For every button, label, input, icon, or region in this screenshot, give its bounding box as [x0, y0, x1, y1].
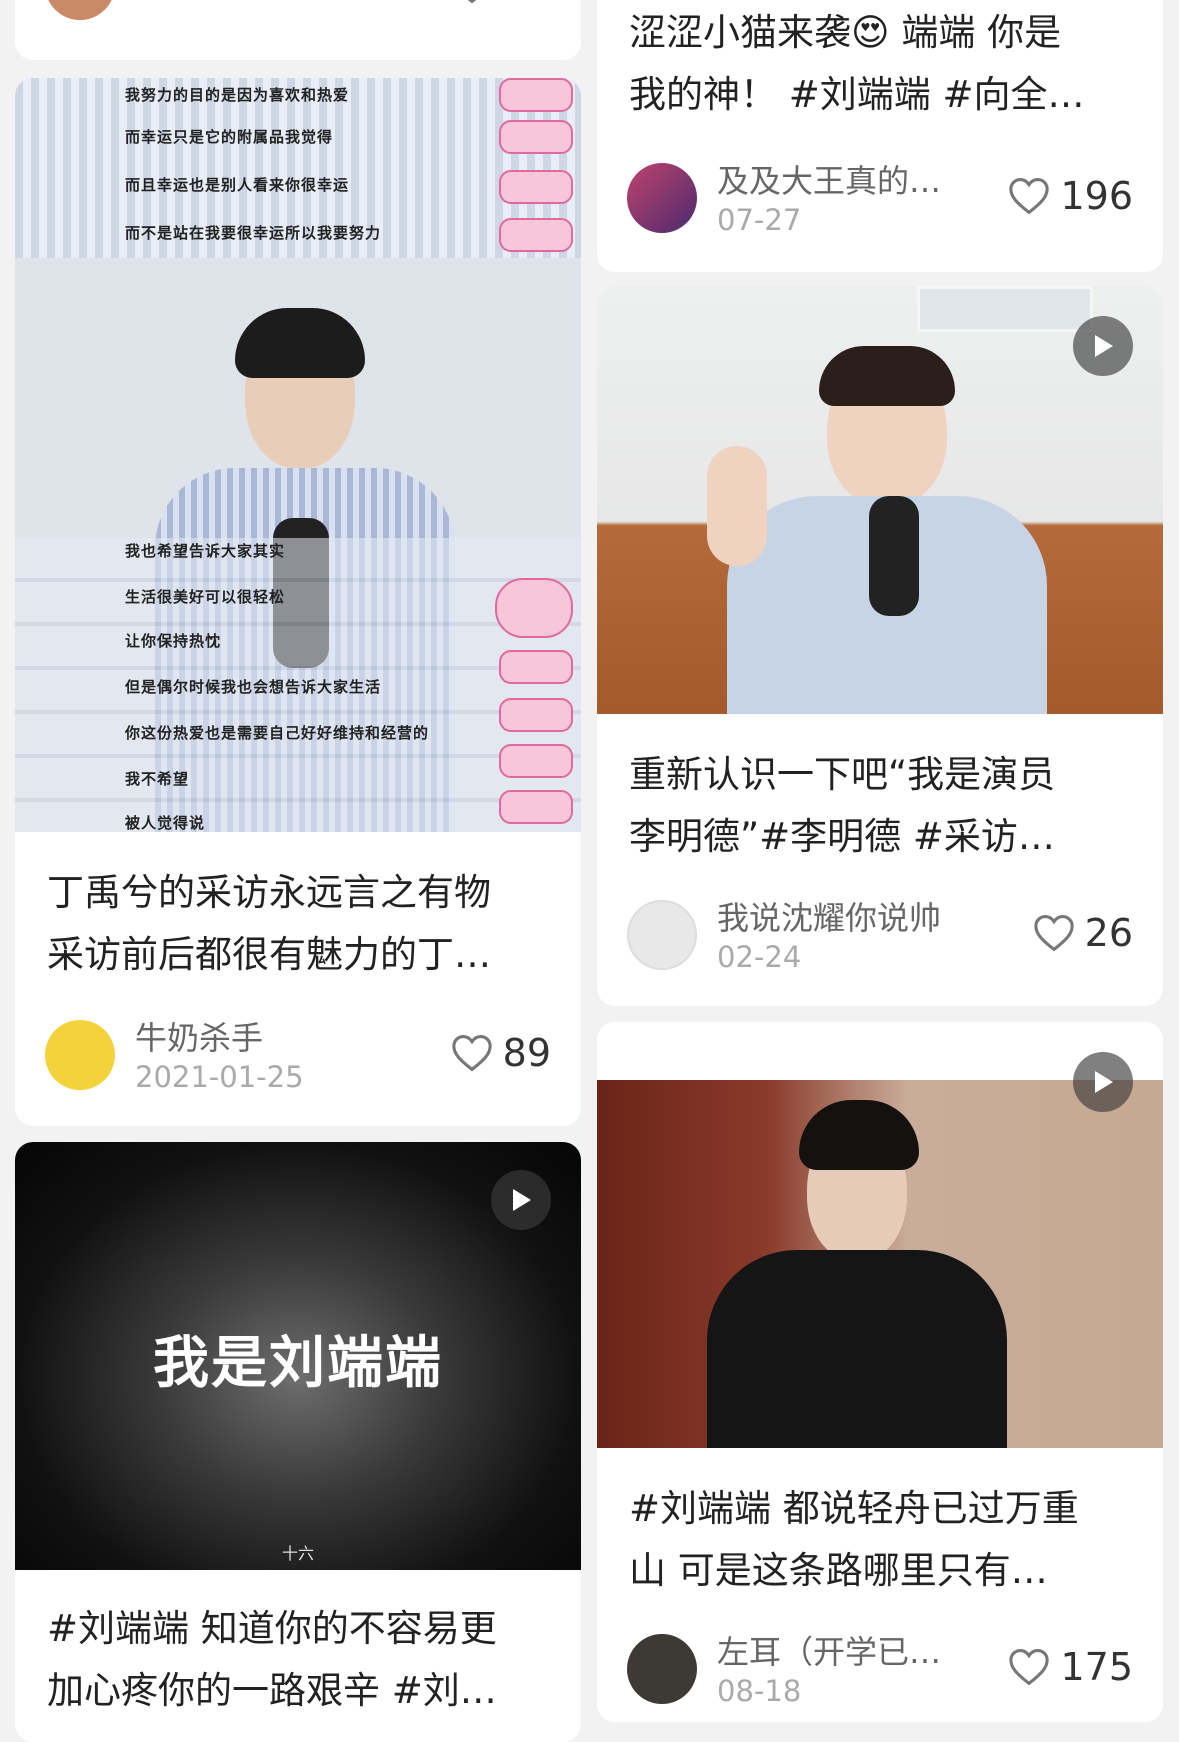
- note-card[interactable]: 重新认识一下吧“我是演员 李明德”#李明德 #采访… 我说沈耀你说帅 02-24…: [597, 286, 1163, 1006]
- like-count: 30: [503, 0, 551, 7]
- note-card-partial[interactable]: 2021-09-16 30: [15, 0, 581, 60]
- note-title[interactable]: 涩涩小猫来袭😍 端端 你是 我的神！ #刘端端 #向全…: [629, 2, 1129, 126]
- watermark-stamp: [499, 790, 573, 824]
- like-count: 175: [1060, 1645, 1133, 1689]
- person-photo: [707, 1100, 1007, 1448]
- like-button[interactable]: 175: [1008, 1642, 1133, 1692]
- window-frame: [917, 286, 1093, 332]
- video-title-text: 我是刘端端: [153, 1331, 443, 1396]
- subtitle-line: 但是偶尔时候我也会想告诉大家生活: [125, 678, 382, 696]
- note-card[interactable]: #刘端端 都说轻舟已过万重 山 可是这条路哪里只有… 左耳（开学已… 08-18…: [597, 1022, 1163, 1722]
- note-title[interactable]: 丁禹兮的采访永远言之有物 采访前后都很有魅力的丁…: [47, 862, 547, 986]
- heart-icon: [1033, 915, 1074, 952]
- note-card[interactable]: 我是刘端端 十六 #刘端端 知道你的不容易更 加心疼你的一路艰辛 #刘…: [15, 1142, 581, 1742]
- note-title[interactable]: 重新认识一下吧“我是演员 李明德”#李明德 #采访…: [629, 744, 1129, 868]
- heart-icon: [1009, 1649, 1050, 1686]
- watermark-stamp: [495, 578, 573, 638]
- heart-icon: [451, 1035, 492, 1072]
- author-name[interactable]: 我说沈耀你说帅: [717, 898, 967, 938]
- person-photo: [707, 346, 1057, 714]
- note-card[interactable]: 我努力的目的是因为喜欢和热爱 而幸运只是它的附属品我觉得 而且幸运也是别人看来你…: [15, 78, 581, 1126]
- avatar[interactable]: [627, 900, 697, 970]
- avatar[interactable]: [45, 1020, 115, 1090]
- card-meta: 2021-09-16 30: [45, 0, 551, 46]
- video-caption: 十六: [281, 1544, 314, 1563]
- like-button[interactable]: 196: [1008, 171, 1133, 221]
- play-icon[interactable]: [1073, 316, 1133, 376]
- subtitle-line: 而幸运只是它的附属品我觉得: [125, 128, 334, 146]
- note-title[interactable]: #刘端端 知道你的不容易更 加心疼你的一路艰辛 #刘…: [47, 1598, 547, 1722]
- subtitle-line: 而且幸运也是别人看来你很幸运: [125, 176, 350, 194]
- cover-video[interactable]: [597, 1080, 1163, 1448]
- cover-video[interactable]: 我是刘端端 十六: [15, 1142, 581, 1570]
- author-name[interactable]: 及及大王真的…: [717, 161, 967, 201]
- subtitle-line: 被人觉得说: [125, 814, 206, 832]
- post-date: 2021-09-16: [135, 0, 304, 4]
- watermark-stamp: [499, 218, 573, 252]
- heart-icon: [467, 0, 476, 4]
- subtitle-line: 我也希望告诉大家其实: [125, 542, 286, 560]
- note-title[interactable]: #刘端端 都说轻舟已过万重 山 可是这条路哪里只有…: [629, 1478, 1129, 1602]
- note-card[interactable]: 涩涩小猫来袭😍 端端 你是 我的神！ #刘端端 #向全… 及及大王真的… 07-…: [597, 0, 1163, 272]
- avatar[interactable]: [627, 163, 697, 233]
- post-date: 07-27: [717, 203, 802, 237]
- card-meta: 牛奶杀手 2021-01-25 89: [45, 1018, 551, 1096]
- subtitle-line: 而不是站在我要很幸运所以我要努力: [125, 224, 382, 242]
- author-name[interactable]: 牛奶杀手: [135, 1018, 385, 1058]
- play-icon[interactable]: [1073, 1052, 1133, 1112]
- subtitle-line: 你这份热爱也是需要自己好好维持和经营的: [125, 724, 430, 742]
- like-count: 196: [1060, 174, 1133, 218]
- watermark-stamp: [499, 744, 573, 778]
- like-count: 89: [502, 1031, 551, 1075]
- post-date: 2021-01-25: [135, 1060, 304, 1094]
- cover-image[interactable]: 我努力的目的是因为喜欢和热爱 而幸运只是它的附属品我觉得 而且幸运也是别人看来你…: [15, 78, 581, 832]
- subtitle-line: 生活很美好可以很轻松: [125, 588, 286, 606]
- like-button[interactable]: 30: [451, 0, 551, 10]
- like-button[interactable]: 89: [451, 1028, 551, 1078]
- subtitle-line: 我努力的目的是因为喜欢和热爱: [125, 86, 350, 104]
- subtitle-line: 让你保持热忱: [125, 632, 222, 650]
- heart-icon: [1009, 178, 1050, 215]
- avatar[interactable]: [627, 1634, 697, 1704]
- play-icon[interactable]: [491, 1170, 551, 1230]
- post-date: 08-18: [717, 1674, 802, 1708]
- subtitle-line: 我不希望: [125, 770, 190, 788]
- watermark-stamp: [499, 120, 573, 154]
- post-date: 02-24: [717, 940, 802, 974]
- watermark-stamp: [499, 698, 573, 732]
- card-meta: 我说沈耀你说帅 02-24 26: [627, 898, 1133, 976]
- avatar[interactable]: [45, 0, 115, 20]
- watermark-stamp: [499, 170, 573, 204]
- author-name[interactable]: 左耳（开学已…: [717, 1632, 967, 1672]
- cover-video[interactable]: [597, 286, 1163, 714]
- watermark-stamp: [499, 650, 573, 684]
- card-meta: 左耳（开学已… 08-18 175: [627, 1632, 1133, 1710]
- watermark-stamp: [499, 78, 573, 112]
- like-button[interactable]: 26: [1033, 908, 1133, 958]
- like-count: 26: [1084, 911, 1133, 955]
- card-meta: 及及大王真的… 07-27 196: [627, 161, 1133, 239]
